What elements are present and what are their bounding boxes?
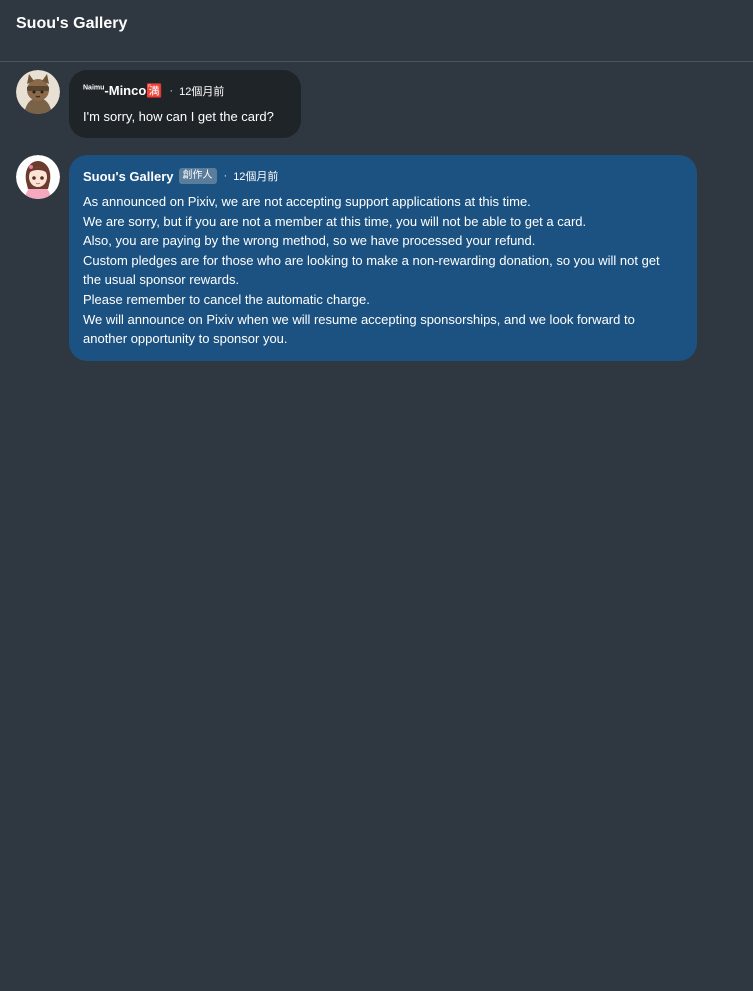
creator-badge: 創作人 [178,168,217,184]
message-text-line: We will announce on Pixiv when we will r… [83,311,635,347]
avatar[interactable] [16,155,60,199]
author-name: -Minco🈵 [104,83,163,98]
message-text-line: As announced on Pixiv, we are not accept… [83,194,531,209]
message-item: Suou's Gallery 創作人 · 12個月前 As announced … [16,155,697,361]
message-author[interactable]: Naimu-Minco🈵 [83,83,162,99]
message-text-line: Custom pledges are for those who are loo… [83,252,660,288]
message-bubble: Suou's Gallery 創作人 · 12個月前 As announced … [69,155,697,361]
separator-dot: · [223,170,228,182]
message-author[interactable]: Suou's Gallery [83,169,174,184]
message-text-line: Please remember to cancel the automatic … [83,291,370,307]
header: Suou's Gallery [0,0,753,62]
message-text-line: Also, you are paying by the wrong method… [83,233,536,249]
message-timestamp: 12個月前 [233,171,279,183]
anime-girl-avatar-icon [16,155,60,199]
message-meta: Suou's Gallery 創作人 · 12個月前 [83,166,677,186]
author-prefix: Naimu [83,84,105,92]
message-item: Naimu-Minco🈵 · 12個月前 I'm sorry, how can … [16,70,301,138]
cat-character-avatar-icon [16,70,60,114]
chat-page: Suou's Gallery Naimu-Minco🈵 · 12個月前 I'm … [0,0,753,991]
separator-dot: · [169,85,174,97]
page-title: Suou's Gallery [16,15,128,32]
message-bubble: Naimu-Minco🈵 · 12個月前 I'm sorry, how can … [69,70,301,138]
message-text-line: I'm sorry, how can I get the card? [83,109,274,124]
message-timestamp: 12個月前 [179,86,225,98]
message-text-line: We are sorry, but if you are not a membe… [83,213,587,229]
avatar[interactable] [16,70,60,114]
message-meta: Naimu-Minco🈵 · 12個月前 [83,81,287,101]
